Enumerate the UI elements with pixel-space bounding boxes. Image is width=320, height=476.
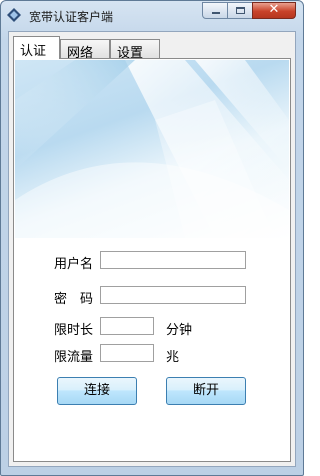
minimize-button[interactable]: [202, 2, 228, 19]
traffic-limit-unit: 兆: [166, 350, 180, 365]
disconnect-button[interactable]: 断开: [166, 377, 246, 405]
tab-auth-label: 认证: [20, 44, 47, 59]
tab-auth[interactable]: 认证: [13, 36, 60, 59]
tab-strip: 认证 网络 设置: [13, 36, 293, 61]
client-area: 认证 网络 设置 用户名 密 码 限时长 分钟 限流量 兆 连接 断开: [8, 31, 296, 467]
tab-settings[interactable]: 设置: [110, 39, 160, 61]
username-input[interactable]: [100, 251, 246, 269]
minimize-icon: [212, 12, 220, 14]
close-button[interactable]: ✕: [252, 2, 296, 19]
banner-light-rays: [15, 60, 289, 238]
maximize-button[interactable]: [227, 2, 253, 19]
window-title: 宽带认证客户端: [29, 10, 114, 24]
traffic-limit-input[interactable]: [100, 344, 154, 362]
login-form: 用户名 密 码 限时长 分钟 限流量 兆 连接 断开: [14, 239, 290, 461]
password-label: 密 码: [54, 292, 94, 307]
maximize-icon: [236, 7, 245, 14]
title-bar[interactable]: 宽带认证客户端 ✕: [1, 1, 303, 31]
app-window: 宽带认证客户端 ✕ 认证 网络 设置 用户名 密 码 限时长 分钟 限流量 兆 …: [0, 0, 304, 476]
username-label: 用户名: [54, 257, 94, 272]
time-limit-unit: 分钟: [166, 323, 193, 338]
banner-image: [15, 60, 289, 238]
close-icon: ✕: [268, 2, 280, 17]
app-icon: [7, 8, 21, 22]
traffic-limit-label: 限流量: [54, 350, 94, 365]
tab-network[interactable]: 网络: [60, 39, 110, 61]
auth-panel: 用户名 密 码 限时长 分钟 限流量 兆 连接 断开: [13, 58, 291, 462]
time-limit-label: 限时长: [54, 323, 94, 338]
connect-button[interactable]: 连接: [57, 377, 137, 405]
time-limit-input[interactable]: [100, 317, 154, 335]
password-input[interactable]: [100, 286, 246, 304]
